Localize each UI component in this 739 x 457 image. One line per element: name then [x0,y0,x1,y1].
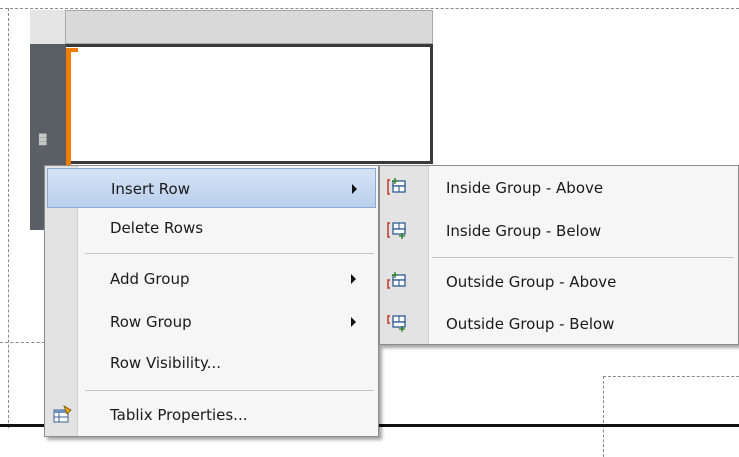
insert-row-above-outside-icon [387,272,406,289]
menu-separator [85,390,374,391]
menu-item-insert-row[interactable]: Insert Row [47,168,376,208]
menu-item-label: Outside Group - Above [446,273,617,291]
menu-item-label: Add Group [110,270,190,288]
menu-item-label: Outside Group - Below [446,315,615,333]
report-body-left-border [8,8,9,428]
tablix-properties-icon [53,405,72,423]
menu-item-add-group[interactable]: Add Group [47,259,376,299]
menu-item-label: Inside Group - Below [446,222,602,240]
menu-item-label: Row Group [110,313,192,331]
insert-row-above-icon [387,178,406,195]
menu-item-outside-group-below[interactable]: Outside Group - Below [382,304,736,344]
menu-separator [432,257,734,258]
row-grip-icon: ▬ ▬ ▬ [38,130,48,149]
submenu-arrow-icon [351,274,356,284]
menu-item-row-group[interactable]: Row Group [47,302,376,342]
report-item-outline [603,376,739,457]
insert-row-submenu: Inside Group - Above Inside Group - Belo… [379,165,739,345]
menu-item-label: Tablix Properties... [110,406,248,424]
insert-row-below-outside-icon [387,315,406,332]
tablix-corner-handle[interactable] [30,10,66,44]
group-indicator-bar [66,48,71,166]
tablix-body[interactable] [66,44,433,164]
report-body-divider [0,342,50,343]
menu-item-label: Delete Rows [110,219,204,237]
menu-item-outside-group-above[interactable]: Outside Group - Above [382,262,736,302]
menu-item-tablix-properties[interactable]: Tablix Properties... [47,395,376,435]
group-indicator-cap [66,48,78,52]
submenu-arrow-icon [352,184,357,194]
tablix-column-header[interactable] [30,10,433,44]
menu-item-inside-group-below[interactable]: Inside Group - Below [382,211,736,251]
tablix-context-menu: Insert Row Delete Rows Add Group Row Gro… [44,165,379,437]
insert-row-below-icon [387,222,406,239]
menu-item-delete-rows[interactable]: Delete Rows [47,208,376,248]
menu-item-label: Row Visibility... [110,354,221,372]
menu-item-label: Insert Row [111,180,190,198]
submenu-arrow-icon [351,317,356,327]
menu-item-row-visibility[interactable]: Row Visibility... [47,343,376,383]
menu-item-label: Inside Group - Above [446,179,604,197]
menu-item-inside-group-above[interactable]: Inside Group - Above [382,168,736,208]
menu-separator [85,253,374,254]
report-body-border [0,8,739,9]
